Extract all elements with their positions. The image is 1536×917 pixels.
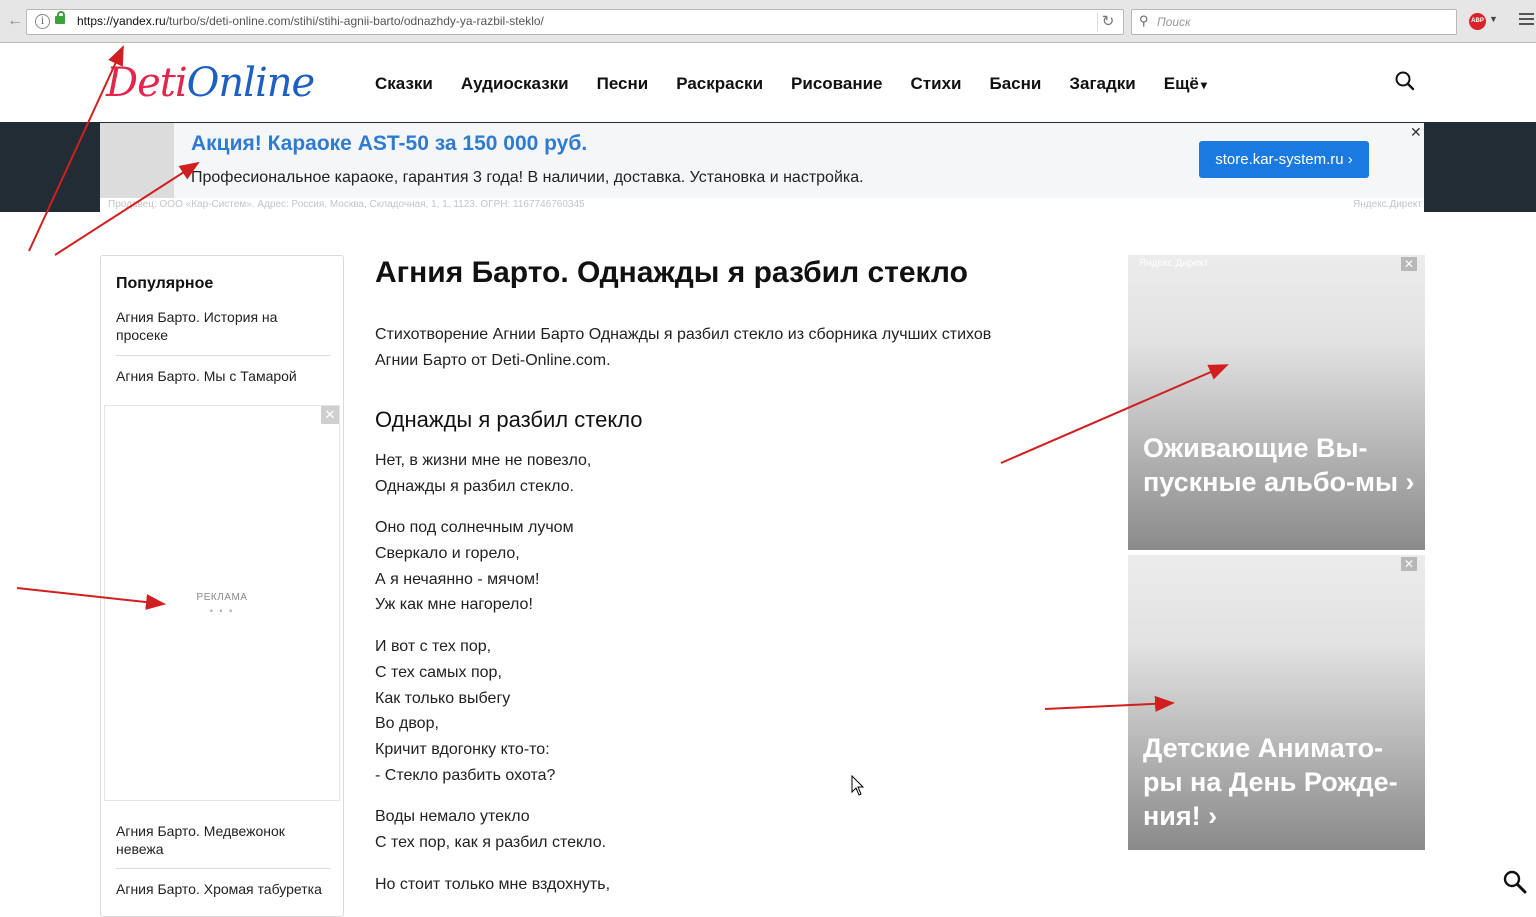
- ad-description: Професиональное караоке, гарантия 3 года…: [191, 169, 864, 186]
- close-icon[interactable]: ✕: [1401, 257, 1417, 271]
- close-icon[interactable]: ✕: [321, 406, 339, 424]
- close-icon[interactable]: ✕: [1401, 557, 1417, 571]
- nav-item-more[interactable]: Ещё: [1164, 72, 1207, 96]
- reload-icon[interactable]: ↻: [1097, 12, 1118, 32]
- divider: [116, 355, 331, 356]
- browser-search-field[interactable]: ⚲ Поиск: [1131, 9, 1457, 35]
- ad-source: Яндекс.Директ: [1139, 258, 1208, 269]
- nav-item-skazki[interactable]: Сказки: [375, 72, 433, 96]
- poem-line: С тех пор, как я разбил стекло.: [375, 833, 607, 851]
- article-intro: Стихотворение Агнии Барто Однажды я разб…: [375, 326, 992, 369]
- magnifier-icon: ⚲: [1139, 13, 1149, 28]
- poem-stanza: Воды немало утекло С тех пор, как я разб…: [375, 804, 606, 856]
- url-host: https://yandex.ru: [77, 14, 166, 28]
- page-title: Агния Барто. Однажды я разбил стекло: [375, 256, 968, 289]
- hamburger-menu-icon[interactable]: [1519, 13, 1534, 27]
- nav-item-basni[interactable]: Басни: [989, 72, 1041, 96]
- main-nav: Сказки Аудиосказки Песни Раскраски Рисов…: [375, 72, 1235, 96]
- poem-line: Кричит вдогонку кто-то:: [375, 741, 550, 759]
- site-logo[interactable]: DetiOnline: [106, 58, 316, 108]
- nav-item-audioskazki[interactable]: Аудиосказки: [461, 72, 569, 96]
- sidebar-ad[interactable]: ✕ РЕКЛАМА • • •: [104, 405, 340, 801]
- poem-line: - Стекло разбить охота?: [375, 766, 556, 784]
- search-placeholder: Поиск: [1157, 15, 1191, 29]
- close-icon[interactable]: ✕: [1410, 124, 1422, 141]
- ad-visit-button[interactable]: store.kar-system.ru ›: [1199, 141, 1369, 178]
- nav-item-pesni[interactable]: Песни: [597, 72, 649, 96]
- poem-line: Воды немало утекло: [375, 808, 530, 825]
- poem-stanza: Но стоит только мне вздохнуть,: [375, 872, 610, 898]
- sidebar-item-taburetka[interactable]: Агния Барто. Хромая табуретка: [116, 880, 331, 898]
- nav-item-raskraski[interactable]: Раскраски: [676, 72, 763, 96]
- poem-line: И вот с тех пор,: [375, 638, 492, 655]
- right-ad-albums[interactable]: Яндекс.Директ ✕ Оживающие Вы-пускные аль…: [1128, 255, 1425, 550]
- back-arrow-icon[interactable]: ←: [6, 11, 24, 31]
- ad-thumbnail: [100, 123, 174, 198]
- nav-item-stihi[interactable]: Стихи: [911, 72, 962, 96]
- address-bar[interactable]: i https://yandex.ru/turbo/s/deti-online.…: [26, 9, 1124, 35]
- poem-line: Во двор,: [375, 715, 439, 733]
- poem-stanza: Нет, в жизни мне не повезло, Однажды я р…: [375, 448, 591, 500]
- poem-line: Нет, в жизни мне не повезло,: [375, 452, 592, 469]
- divider: [116, 868, 331, 869]
- ad-label: РЕКЛАМА: [196, 592, 248, 603]
- url-path: /turbo/s/deti-online.com/stihi/stihi-agn…: [165, 14, 544, 28]
- search-icon[interactable]: [1394, 70, 1416, 92]
- poem-title: Однажды я разбил стекло: [375, 407, 643, 432]
- sidebar-item-tamara[interactable]: Агния Барто. Мы с Тамарой: [116, 367, 331, 385]
- sidebar-item-medvezhonok[interactable]: Агния Барто. Медвежонок невежа: [116, 822, 331, 858]
- ad-footer: Продавец: ООО «Кар-Систем». Адрес: Росси…: [100, 198, 1424, 212]
- sidebar-item-istoriya[interactable]: Агния Барто. История на просеке: [116, 308, 331, 344]
- poem-line: Однажды я разбил стекло.: [375, 477, 574, 495]
- lock-icon: [55, 11, 65, 24]
- poem-line: А я нечаянно - мячом!: [375, 570, 540, 588]
- mouse-cursor-icon: [851, 775, 865, 796]
- loading-dots: • • •: [209, 606, 235, 616]
- ad-seller-info: Продавец: ООО «Кар-Систем». Адрес: Росси…: [108, 199, 585, 210]
- poem-line: Сверкало и горело,: [375, 544, 520, 562]
- poem-line: Уж как мне нагорело!: [375, 596, 533, 614]
- logo-part-deti: Deti: [106, 60, 188, 106]
- ad-title[interactable]: Акция! Караоке AST-50 за 150 000 руб.: [191, 132, 587, 156]
- poem-line: С тех самых пор,: [375, 663, 502, 681]
- top-ad[interactable]: Акция! Караоке AST-50 за 150 000 руб. Пр…: [100, 123, 1424, 198]
- search-icon[interactable]: [1502, 869, 1528, 895]
- ad-headline[interactable]: Оживающие Вы-пускные альбо-мы ›: [1143, 431, 1418, 499]
- poem-stanza: Оно под солнечным лучом Сверкало и горел…: [375, 515, 574, 618]
- nav-item-zagadki[interactable]: Загадки: [1069, 72, 1135, 96]
- poem-line: Оно под солнечным лучом: [375, 519, 574, 536]
- sidebar-title: Популярное: [116, 275, 214, 292]
- info-icon[interactable]: i: [35, 14, 50, 29]
- browser-toolbar: ← i https://yandex.ru/turbo/s/deti-onlin…: [0, 0, 1536, 43]
- ad-headline[interactable]: Детские Анимато-ры на День Рожде-ния! ›: [1143, 731, 1418, 833]
- right-ad-animators[interactable]: ✕ Детские Анимато-ры на День Рожде-ния! …: [1128, 555, 1425, 850]
- poem-line: Но стоит только мне вздохнуть,: [375, 876, 611, 893]
- chevron-down-icon[interactable]: ▼: [1489, 14, 1498, 24]
- popular-sidebar: Популярное Агния Барто. История на просе…: [100, 255, 344, 917]
- adblock-icon[interactable]: ABP: [1469, 13, 1486, 30]
- poem-stanza: И вот с тех пор, С тех самых пор, Как то…: [375, 634, 555, 789]
- poem-line: Как только выбегу: [375, 689, 511, 707]
- logo-part-online: Online: [186, 60, 316, 106]
- nav-item-risovanie[interactable]: Рисование: [791, 72, 882, 96]
- url-text[interactable]: https://yandex.ru/turbo/s/deti-online.co…: [77, 14, 544, 28]
- ad-source: Яндекс.Директ: [1353, 199, 1422, 210]
